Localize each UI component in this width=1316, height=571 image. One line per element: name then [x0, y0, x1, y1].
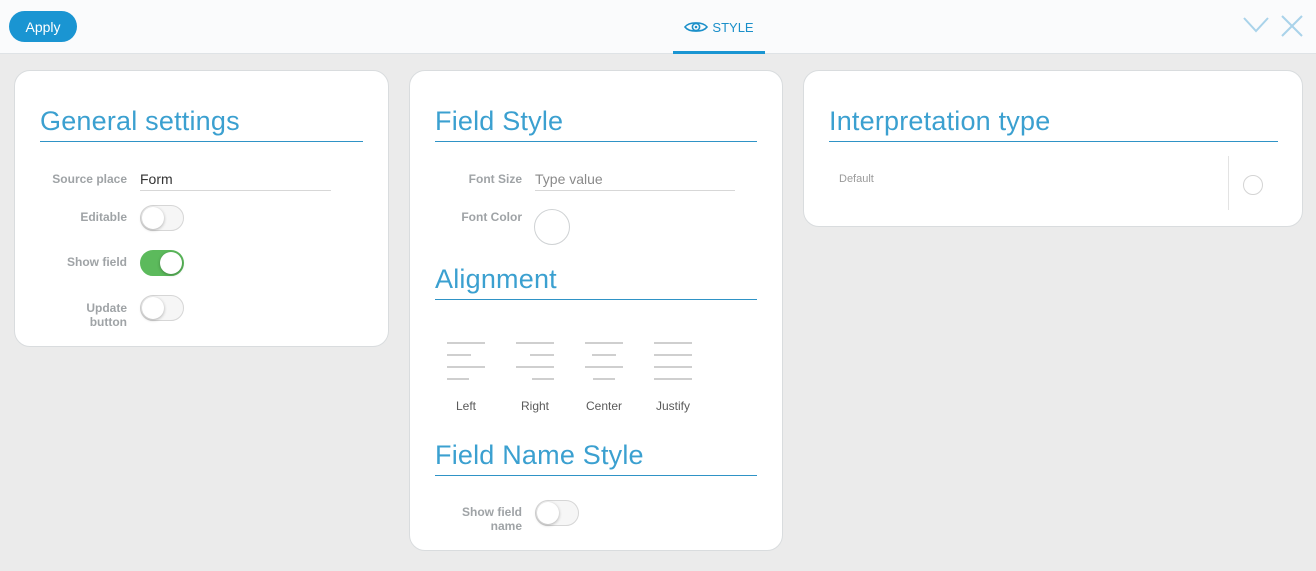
align-left-option[interactable]: Left	[438, 341, 494, 415]
font-size-input[interactable]	[535, 167, 735, 191]
source-place-label: Source place	[52, 172, 127, 186]
show-field-label: Show field	[67, 255, 127, 269]
align-left-label: Left	[455, 399, 476, 413]
align-center-label: Center	[585, 399, 623, 413]
field-name-style-title: Field Name Style	[435, 440, 644, 470]
align-right-label: Right	[520, 399, 549, 413]
font-size-label: Font Size	[468, 172, 522, 186]
source-place-input[interactable]	[140, 167, 331, 191]
top-toolbar: Apply STYLE	[0, 0, 1316, 54]
option-divider	[1228, 156, 1229, 210]
eye-icon	[684, 20, 709, 34]
general-settings-card: General settings Source place Editable S…	[14, 70, 389, 347]
show-field-toggle[interactable]	[140, 250, 184, 276]
align-center-option[interactable]: Center	[576, 341, 632, 415]
editable-label: Editable	[80, 210, 127, 224]
title-divider	[435, 475, 757, 476]
chevron-down-icon[interactable]	[1242, 14, 1270, 38]
align-right-icon	[516, 342, 554, 380]
align-center-icon	[585, 342, 623, 380]
tab-style-label: STYLE	[712, 19, 754, 35]
align-justify-icon	[654, 342, 692, 380]
title-divider	[435, 299, 757, 300]
update-button-label: Update button	[86, 301, 127, 329]
align-right-option[interactable]: Right	[507, 341, 563, 415]
align-left-icon	[447, 342, 485, 380]
show-field-name-label: Show field name	[462, 505, 522, 533]
interpretation-option-label: Default	[839, 173, 874, 185]
show-field-name-toggle[interactable]	[535, 500, 579, 526]
interpretation-type-title: Interpretation type	[829, 106, 1051, 136]
update-button-toggle[interactable]	[140, 295, 184, 321]
apply-button[interactable]: Apply	[9, 11, 77, 42]
title-divider	[829, 141, 1278, 142]
align-justify-label: Justify	[655, 399, 690, 413]
align-justify-option[interactable]: Justify	[645, 341, 701, 415]
title-divider	[40, 141, 363, 142]
field-style-card: Field Style Font Size Font Color Alignme…	[409, 70, 783, 551]
general-settings-title: General settings	[40, 106, 240, 136]
close-icon[interactable]	[1279, 14, 1305, 38]
font-color-label: Font Color	[461, 210, 522, 224]
editable-toggle[interactable]	[140, 205, 184, 231]
tab-style[interactable]: STYLE	[673, 0, 765, 54]
font-color-swatch[interactable]	[534, 209, 570, 245]
title-divider	[435, 141, 757, 142]
field-style-title: Field Style	[435, 106, 564, 136]
alignment-title: Alignment	[435, 264, 557, 294]
default-radio[interactable]	[1243, 175, 1263, 195]
interpretation-type-card: Interpretation type Default	[803, 70, 1303, 227]
